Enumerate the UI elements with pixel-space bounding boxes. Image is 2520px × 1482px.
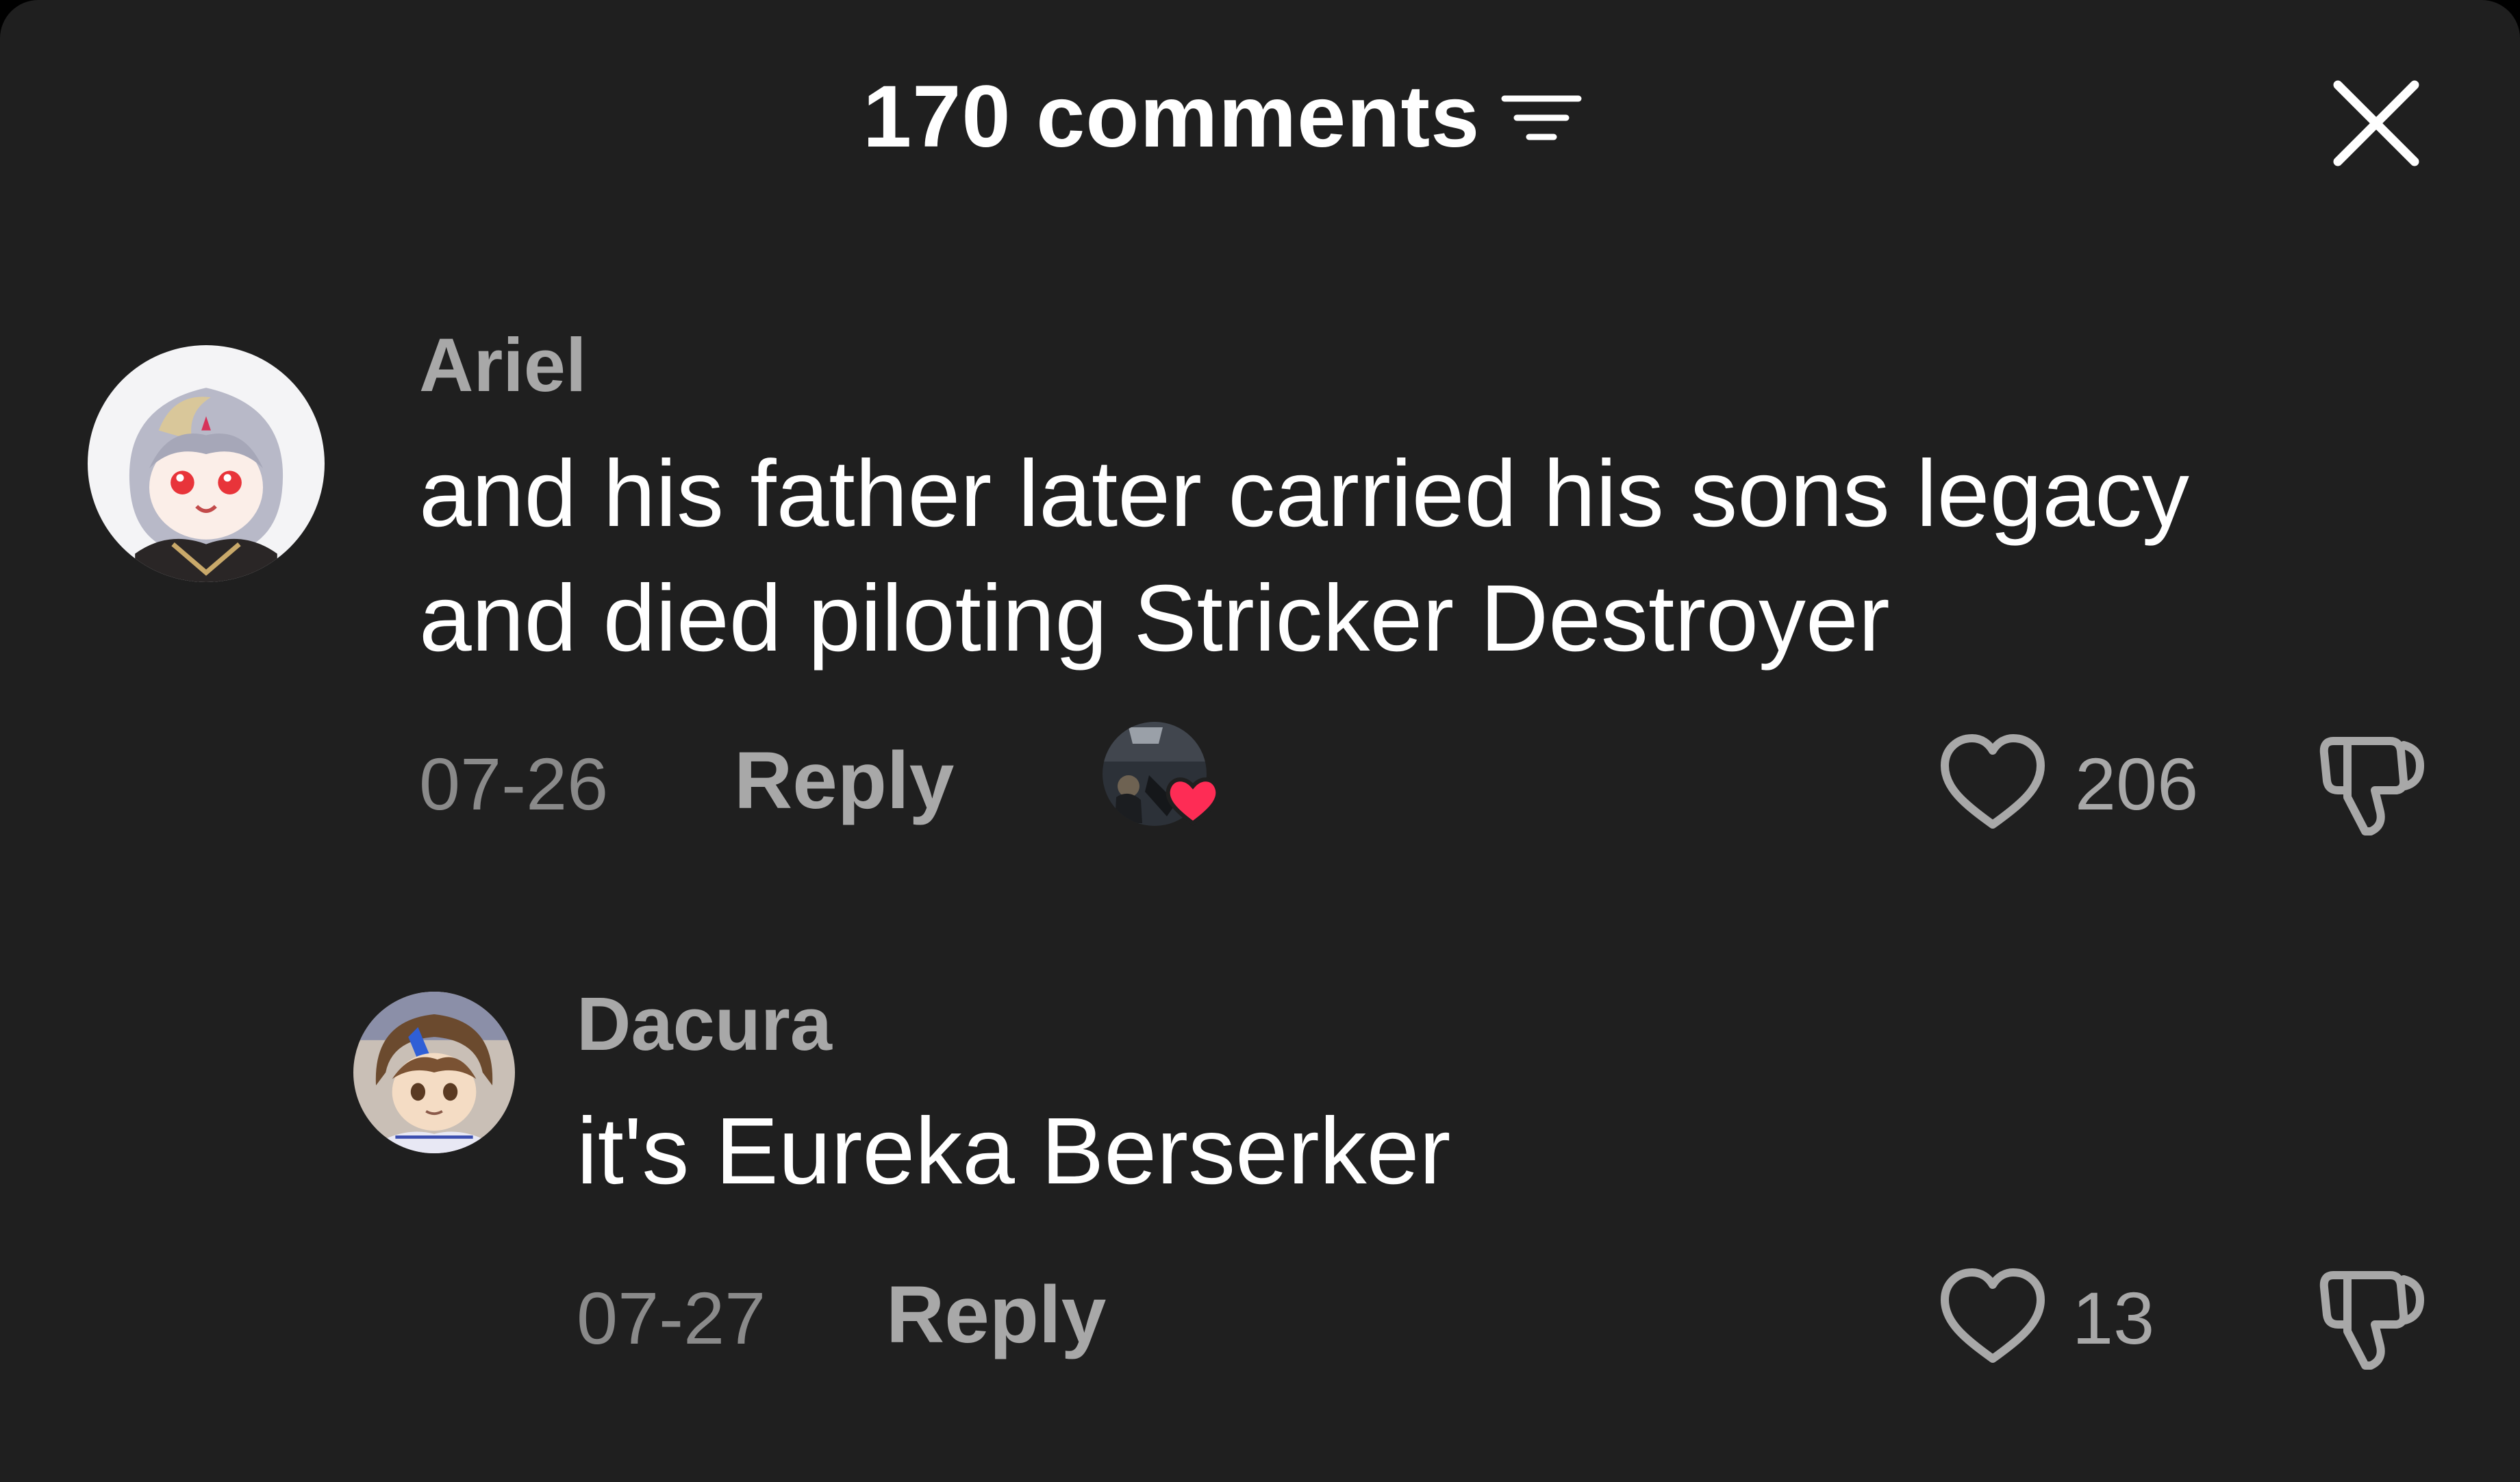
thumbs-down-icon[interactable] <box>2315 1266 2431 1375</box>
avatar-dacura[interactable] <box>353 992 515 1153</box>
comments-count-title: 170 comments <box>863 68 1480 166</box>
comment-date: 07-26 <box>419 742 609 825</box>
comment-text-line: it's Eureka Berserker <box>577 1098 1451 1204</box>
creator-liked-badge <box>1101 720 1231 830</box>
like-count: 13 <box>2072 1277 2155 1359</box>
title-group: 170 comments <box>863 66 1583 168</box>
avatar-ariel[interactable] <box>88 345 325 582</box>
avatar-ariel-image <box>88 345 325 582</box>
sort-filter-icon[interactable] <box>1500 86 1583 148</box>
reply-button[interactable]: Reply <box>734 734 954 827</box>
comments-sheet: 170 comments Ariel and his father later … <box>0 0 2520 1482</box>
comment-author-name[interactable]: Ariel <box>419 322 587 409</box>
creator-avatar-icon <box>1102 722 1220 826</box>
comment-text-line: and died piloting Stricker Destroyer <box>419 566 1890 671</box>
reply-button[interactable]: Reply <box>886 1268 1106 1361</box>
close-icon[interactable] <box>2328 75 2424 171</box>
comment-author-name[interactable]: Dacura <box>577 981 832 1068</box>
comments-header: 170 comments <box>0 0 2520 233</box>
comment-text-line: and his father later carried his sons le… <box>419 441 2190 547</box>
comment-date: 07-27 <box>577 1277 766 1359</box>
heart-outline-icon[interactable] <box>1937 1264 2049 1367</box>
avatar-dacura-image <box>353 992 515 1153</box>
thumbs-down-icon[interactable] <box>2315 731 2431 841</box>
like-count: 206 <box>2075 742 2199 825</box>
heart-outline-icon[interactable] <box>1937 730 2049 833</box>
